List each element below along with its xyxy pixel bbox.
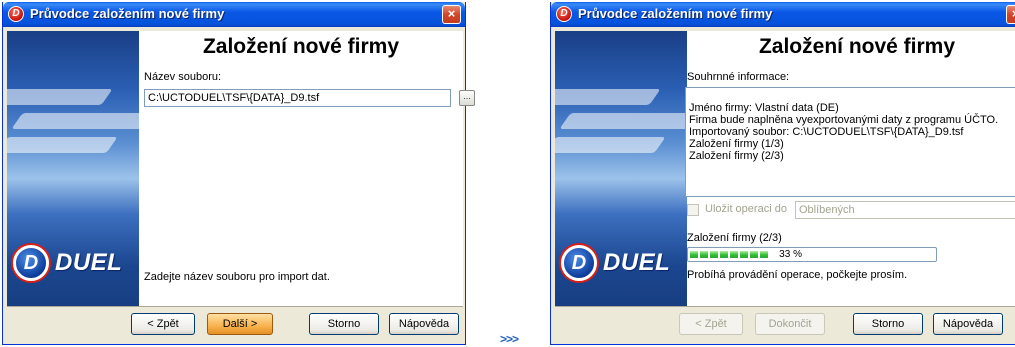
banner-stripe <box>7 89 113 105</box>
next-button[interactable]: Další > <box>207 313 273 335</box>
progress-segment <box>690 251 698 258</box>
summary-line: Firma bude naplněna vyexportovanými daty… <box>689 114 999 126</box>
duel-logo: D DUEL <box>13 243 139 283</box>
logo-circle: D <box>13 245 49 281</box>
help-button[interactable]: Nápověda <box>389 313 459 335</box>
close-icon[interactable]: × <box>1006 5 1015 24</box>
save-target-combo[interactable]: Oblíbených <box>795 201 1015 219</box>
hint-text: Zadejte název souboru pro import dat. <box>144 271 330 283</box>
logo-word: DUEL <box>603 249 671 276</box>
page-heading: Založení nové firmy <box>758 35 956 58</box>
finish-button[interactable]: Dokončit <box>755 313 825 335</box>
progress-segment <box>730 251 738 258</box>
banner-stripe <box>555 89 661 105</box>
banner-stripe <box>555 137 666 153</box>
summary-line: Založení firmy (1/3) <box>689 138 784 150</box>
window-title: Průvodce založením nové firmy <box>30 6 225 21</box>
button-bar: < Zpět Další > Storno Nápověda <box>7 306 463 340</box>
progress-segment <box>710 251 718 258</box>
duel-logo: D DUEL <box>561 243 687 283</box>
close-icon[interactable]: × <box>442 5 461 24</box>
browse-button[interactable]: ... <box>459 90 475 106</box>
app-icon: D <box>8 6 24 22</box>
wizard-window-progress: D Průvodce založením nové firmy × D DUEL… <box>550 2 1015 345</box>
page-heading: Založení nové firmy <box>202 35 400 58</box>
progress-percent: 33 % <box>779 249 802 260</box>
side-banner: D DUEL <box>7 31 139 326</box>
file-name-input[interactable]: C:\UCTODUEL\TSF\{DATA}_D9.tsf <box>144 89 451 107</box>
logo-circle: D <box>561 245 597 281</box>
wizard-content: Založení nové firmy Souhrnné informace: … <box>685 31 1015 326</box>
logo-word: DUEL <box>55 249 123 276</box>
progress-bar: 33 % <box>687 247 937 262</box>
save-operation-label: Uložit operaci do <box>705 203 787 215</box>
transition-arrows: >>> <box>500 332 519 346</box>
back-button[interactable]: < Zpět <box>131 313 195 335</box>
wizard-content: Založení nové firmy Název souboru: C:\UC… <box>139 31 475 326</box>
banner-stripe <box>7 137 118 153</box>
app-icon: D <box>556 6 572 22</box>
cancel-button[interactable]: Storno <box>309 313 379 335</box>
summary-line: Importovaný soubor: C:\UCTODUEL\TSF\{DAT… <box>689 126 964 138</box>
summary-box: Jméno firmy: Vlastní data (DE) Firma bud… <box>685 87 1015 197</box>
progress-segment <box>700 251 708 258</box>
progress-label: Založení firmy (2/3) <box>687 232 782 244</box>
window-title: Průvodce založením nové firmy <box>578 6 773 21</box>
cancel-button[interactable]: Storno <box>853 313 923 335</box>
status-text: Probíhá provádění operace, počkejte pros… <box>687 269 908 281</box>
file-name-label: Název souboru: <box>144 71 222 83</box>
title-bar[interactable]: D Průvodce založením nové firmy × <box>3 2 465 27</box>
summary-line: Jméno firmy: Vlastní data (DE) <box>689 102 839 114</box>
summary-line: Založení firmy (2/3) <box>689 150 784 162</box>
summary-label: Souhrnné informace: <box>687 71 790 83</box>
button-bar: < Zpět Dokončit Storno Nápověda <box>555 306 1015 340</box>
banner-stripe <box>559 113 687 129</box>
progress-segment <box>750 251 758 258</box>
back-button[interactable]: < Zpět <box>679 313 743 335</box>
side-banner: D DUEL <box>555 31 687 326</box>
progress-segment <box>720 251 728 258</box>
progress-segment <box>760 251 768 258</box>
save-operation-checkbox[interactable] <box>687 204 699 216</box>
wizard-window-step1: D Průvodce založením nové firmy × D DUEL… <box>2 2 475 345</box>
progress-segment <box>740 251 748 258</box>
help-button[interactable]: Nápověda <box>933 313 1003 335</box>
banner-stripe <box>11 113 139 129</box>
title-bar[interactable]: D Průvodce založením nové firmy × <box>551 2 1015 27</box>
